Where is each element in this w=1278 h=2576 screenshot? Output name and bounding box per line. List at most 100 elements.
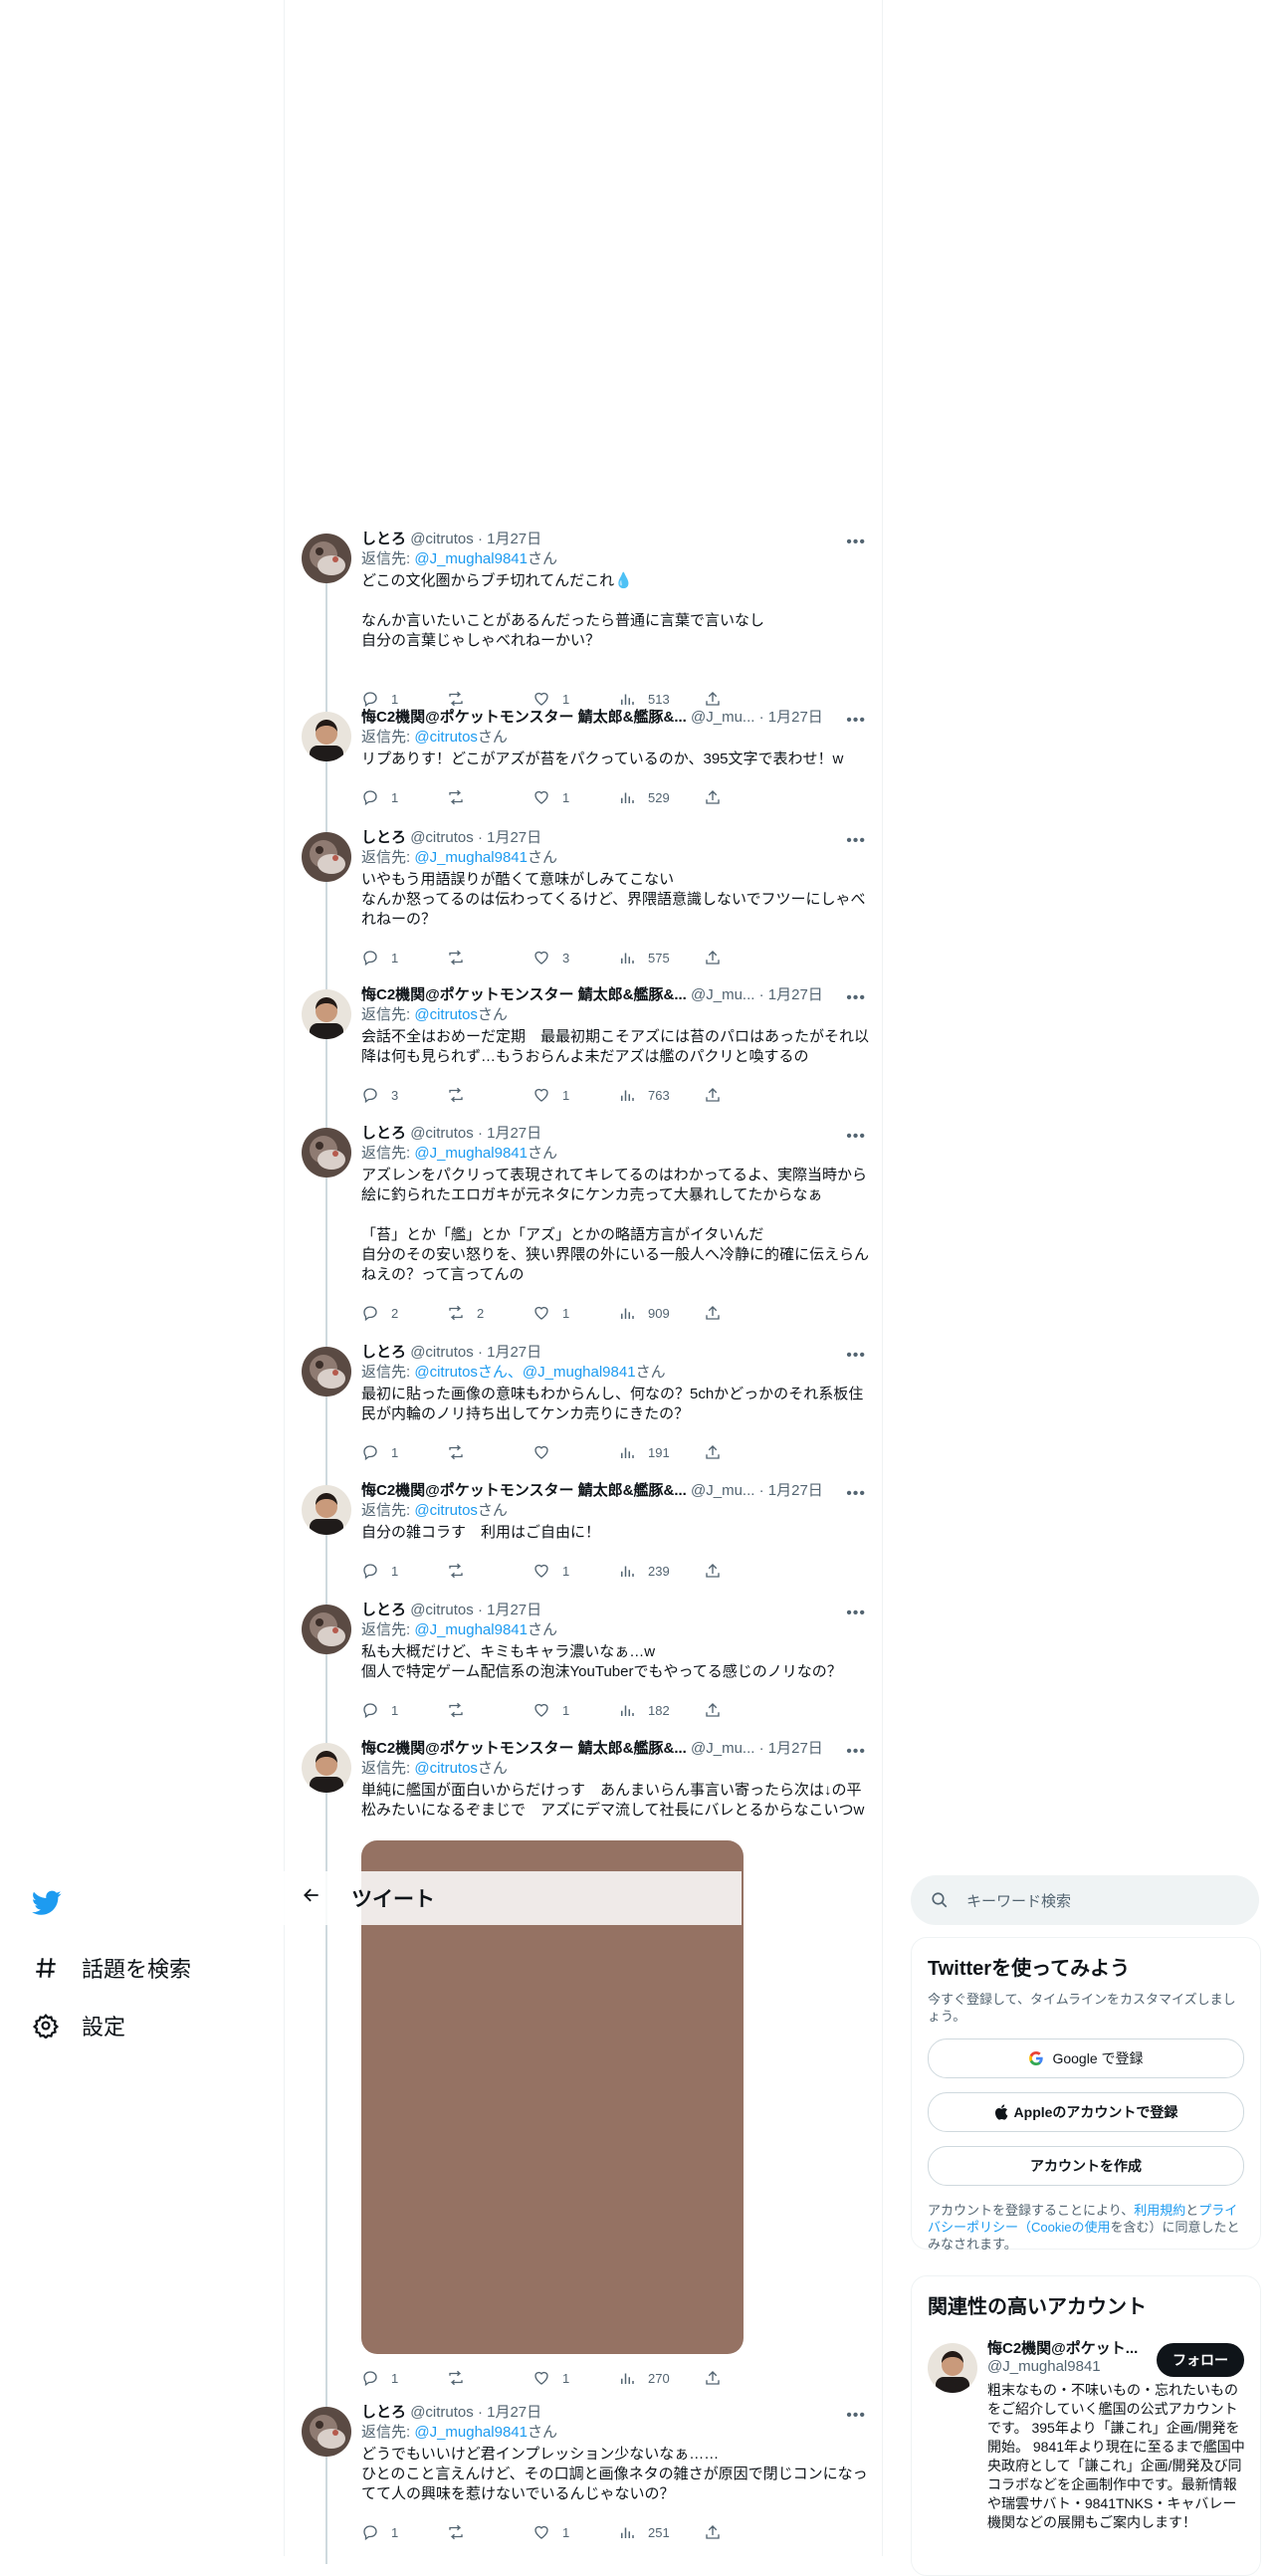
author-name[interactable]: しとろ xyxy=(361,829,406,846)
tweet-date[interactable]: 1月27日 xyxy=(487,2404,541,2421)
views-button[interactable]: 251 xyxy=(618,2522,704,2542)
author-name[interactable]: しとろ xyxy=(361,1125,406,1142)
retweet-button[interactable] xyxy=(447,1561,532,1581)
avatar[interactable] xyxy=(302,1743,351,1793)
nav-settings[interactable]: 設定 xyxy=(0,1997,279,2054)
author-handle[interactable]: @citrutos xyxy=(410,1344,474,1361)
share-button[interactable] xyxy=(704,689,789,709)
back-arrow-icon[interactable] xyxy=(284,1885,339,1911)
author-handle[interactable]: @citrutos xyxy=(410,1602,474,1618)
avatar[interactable] xyxy=(302,534,351,583)
retweet-button[interactable] xyxy=(447,2522,532,2542)
reply-button[interactable]: 1 xyxy=(361,2522,447,2542)
retweet-button[interactable] xyxy=(447,1442,532,1462)
author-name[interactable]: 悔C2機関@ポケットモンスター 鯖太郎&艦豚&... xyxy=(361,986,687,1003)
avatar[interactable] xyxy=(302,1485,351,1535)
tweet-date[interactable]: 1月27日 xyxy=(487,531,541,547)
share-button[interactable] xyxy=(704,1303,789,1323)
avatar[interactable] xyxy=(302,832,351,882)
retweet-button[interactable] xyxy=(447,1700,532,1720)
reply-button[interactable]: 1 xyxy=(361,1700,447,1720)
author-name[interactable]: しとろ xyxy=(361,1602,406,1618)
avatar[interactable] xyxy=(302,1605,351,1654)
tweet-date[interactable]: 1月27日 xyxy=(768,986,823,1003)
more-icon[interactable]: ••• xyxy=(846,1128,866,1146)
reply-button[interactable]: 1 xyxy=(361,689,447,709)
reply-to-link[interactable]: @J_mughal9841 xyxy=(414,550,528,567)
like-button[interactable]: 3 xyxy=(532,948,618,967)
more-icon[interactable]: ••• xyxy=(846,989,866,1007)
more-icon[interactable]: ••• xyxy=(846,1347,866,1365)
nav-explore[interactable]: 話題を検索 xyxy=(0,1939,279,1997)
author-name[interactable]: 悔C2機関@ポケットモンスター 鯖太郎&艦豚&... xyxy=(361,1482,687,1499)
retweet-button[interactable] xyxy=(447,689,532,709)
views-button[interactable]: 270 xyxy=(618,2368,704,2388)
retweet-button[interactable] xyxy=(447,787,532,807)
share-button[interactable] xyxy=(704,1085,789,1105)
reply-button[interactable]: 1 xyxy=(361,948,447,967)
author-handle[interactable]: @J_mu... xyxy=(691,709,754,726)
more-icon[interactable]: ••• xyxy=(846,1743,866,1761)
retweet-button[interactable] xyxy=(447,1085,532,1105)
tweet-date[interactable]: 1月27日 xyxy=(487,1125,541,1142)
avatar[interactable] xyxy=(302,1128,351,1178)
like-button[interactable] xyxy=(532,1442,618,1462)
retweet-button[interactable] xyxy=(447,948,532,967)
tweet-date[interactable]: 1月27日 xyxy=(487,1602,541,1618)
create-account-button[interactable]: アカウントを作成 xyxy=(928,2146,1244,2186)
author-name[interactable]: しとろ xyxy=(361,531,406,547)
twitter-logo[interactable] xyxy=(0,1881,279,1925)
views-button[interactable]: 763 xyxy=(618,1085,704,1105)
like-button[interactable]: 1 xyxy=(532,1561,618,1581)
reply-to-link[interactable]: @J_mughal9841 xyxy=(414,1621,528,1638)
views-button[interactable]: 182 xyxy=(618,1700,704,1720)
share-button[interactable] xyxy=(704,1700,789,1720)
more-icon[interactable]: ••• xyxy=(846,832,866,850)
retweet-button[interactable]: 2 xyxy=(447,1303,532,1323)
google-signup-button[interactable]: Google で登録 xyxy=(928,2039,1244,2078)
views-button[interactable]: 575 xyxy=(618,948,704,967)
search-input[interactable]: キーワード検索 xyxy=(966,1890,1071,1911)
author-name[interactable]: 悔C2機関@ポケットモンスター 鯖太郎&艦豚&... xyxy=(361,709,687,726)
reply-to-link[interactable]: @J_mughal9841 xyxy=(414,1145,528,1162)
share-button[interactable] xyxy=(704,1442,789,1462)
reply-button[interactable]: 3 xyxy=(361,1085,447,1105)
reply-to-link[interactable]: @citrutos xyxy=(414,729,478,746)
reply-button[interactable]: 2 xyxy=(361,1303,447,1323)
share-button[interactable] xyxy=(704,2522,789,2542)
reply-to-link[interactable]: @citrutos xyxy=(414,1760,478,1777)
more-icon[interactable]: ••• xyxy=(846,1485,866,1503)
retweet-button[interactable] xyxy=(447,2368,532,2388)
reply-button[interactable]: 1 xyxy=(361,2368,447,2388)
share-button[interactable] xyxy=(704,1561,789,1581)
avatar[interactable] xyxy=(302,989,351,1039)
views-button[interactable]: 513 xyxy=(618,689,704,709)
related-account[interactable]: 悔C2機関@ポケット... @J_mughal9841 粗末なもの・不味いもの・… xyxy=(928,2337,1245,2556)
reply-to-link[interactable]: @J_mughal9841 xyxy=(414,2424,528,2441)
author-handle[interactable]: @J_mu... xyxy=(691,1482,754,1499)
author-handle[interactable]: @J_mu... xyxy=(691,986,754,1003)
more-icon[interactable]: ••• xyxy=(846,712,866,730)
more-icon[interactable]: ••• xyxy=(846,534,866,551)
author-handle[interactable]: @citrutos xyxy=(410,829,474,846)
tweet-date[interactable]: 1月27日 xyxy=(487,1344,541,1361)
reply-button[interactable]: 1 xyxy=(361,787,447,807)
views-button[interactable]: 529 xyxy=(618,787,704,807)
author-handle[interactable]: @citrutos xyxy=(410,531,474,547)
author-name[interactable]: しとろ xyxy=(361,1344,406,1361)
views-button[interactable]: 239 xyxy=(618,1561,704,1581)
tweet-date[interactable]: 1月27日 xyxy=(768,1482,823,1499)
like-button[interactable]: 1 xyxy=(532,1085,618,1105)
like-button[interactable]: 1 xyxy=(532,1303,618,1323)
reply-to-link[interactable]: @citrutos xyxy=(414,1006,478,1023)
author-handle[interactable]: @citrutos xyxy=(410,1125,474,1142)
like-button[interactable]: 1 xyxy=(532,1700,618,1720)
terms-link[interactable]: 利用規約 xyxy=(1134,2203,1185,2218)
share-button[interactable] xyxy=(704,948,789,967)
tweet-date[interactable]: 1月27日 xyxy=(487,829,541,846)
share-button[interactable] xyxy=(704,787,789,807)
reply-to-link[interactable]: @citrutosさん、@J_mughal9841 xyxy=(414,1364,635,1381)
views-button[interactable]: 191 xyxy=(618,1442,704,1462)
follow-button[interactable]: フォロー xyxy=(1157,2343,1244,2377)
more-icon[interactable]: ••• xyxy=(846,1605,866,1622)
